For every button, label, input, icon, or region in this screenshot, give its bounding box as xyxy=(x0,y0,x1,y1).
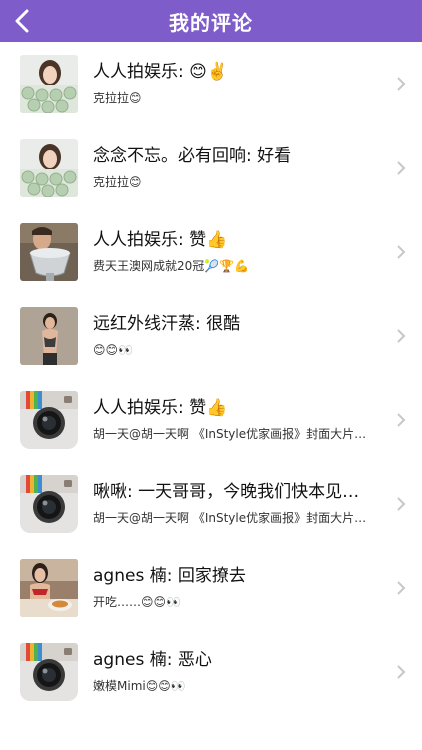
chevron-right-icon xyxy=(397,413,406,427)
comment-row[interactable]: 人人拍娱乐: 😊✌️ 克拉拉😊 xyxy=(0,42,422,126)
post-thumbnail xyxy=(20,55,78,113)
comment-row[interactable]: 人人拍娱乐: 赞👍 胡一天@胡一天啊 《InStyle优家画报》封面大片… xyxy=(0,378,422,462)
comment-subtitle: 开吃……😊😊👀 xyxy=(93,595,181,609)
chevron-right-icon xyxy=(397,161,406,175)
comment-row[interactable]: 远红外线汗蒸: 很酷 😊😊👀 xyxy=(0,294,422,378)
comment-title: 人人拍娱乐: 赞👍 xyxy=(93,398,228,418)
comment-subtitle: 嫩模Mimi😊😊👀 xyxy=(93,679,186,693)
post-thumbnail xyxy=(20,223,78,281)
comment-title: 远红外线汗蒸: 很酷 xyxy=(93,314,241,334)
instagram-camera-icon xyxy=(20,475,78,533)
back-button[interactable] xyxy=(6,0,38,42)
comment-subtitle: 胡一天@胡一天啊 《InStyle优家画报》封面大片… xyxy=(93,511,367,525)
comment-subtitle: 费天王澳网成就20冠🎾🏆💪 xyxy=(93,259,250,273)
comment-row[interactable]: 念念不忘。必有回响: 好看 克拉拉😊 xyxy=(0,126,422,210)
chevron-right-icon xyxy=(397,245,406,259)
comment-row[interactable]: 人人拍娱乐: 赞👍 费天王澳网成就20冠🎾🏆💪 xyxy=(0,210,422,294)
comment-title: 念念不忘。必有回响: 好看 xyxy=(93,146,292,166)
chevron-left-icon xyxy=(15,9,29,33)
comment-subtitle: 😊😊👀 xyxy=(93,343,133,357)
instagram-camera-icon xyxy=(20,391,78,449)
comment-subtitle: 克拉拉😊 xyxy=(93,175,142,189)
comment-subtitle: 克拉拉😊 xyxy=(93,91,142,105)
comment-title: 啾啾: 一天哥哥，今晚我们快本见… xyxy=(93,482,360,502)
post-thumbnail xyxy=(20,139,78,197)
chevron-right-icon xyxy=(397,329,406,343)
navigation-bar: 我的评论 xyxy=(0,0,422,42)
comment-title: 人人拍娱乐: 😊✌️ xyxy=(93,62,229,82)
chevron-right-icon xyxy=(397,77,406,91)
comment-title: 人人拍娱乐: 赞👍 xyxy=(93,230,228,250)
post-thumbnail xyxy=(20,307,78,365)
page-title: 我的评论 xyxy=(169,10,253,35)
comment-list: 人人拍娱乐: 😊✌️ 克拉拉😊 念念不忘。必有回响: 好看 克拉拉😊 人人拍娱乐… xyxy=(0,42,422,714)
comment-row[interactable]: agnes 楠: 恶心 嫩模Mimi😊😊👀 xyxy=(0,630,422,714)
chevron-right-icon xyxy=(397,497,406,511)
comment-subtitle: 胡一天@胡一天啊 《InStyle优家画报》封面大片… xyxy=(93,427,367,441)
chevron-right-icon xyxy=(397,665,406,679)
comment-row[interactable]: 啾啾: 一天哥哥，今晚我们快本见… 胡一天@胡一天啊 《InStyle优家画报》… xyxy=(0,462,422,546)
comment-row[interactable]: agnes 楠: 回家撩去 开吃……😊😊👀 xyxy=(0,546,422,630)
comment-title: agnes 楠: 回家撩去 xyxy=(93,566,246,586)
comment-title: agnes 楠: 恶心 xyxy=(93,650,212,670)
instagram-camera-icon xyxy=(20,643,78,701)
chevron-right-icon xyxy=(397,581,406,595)
post-thumbnail xyxy=(20,559,78,617)
